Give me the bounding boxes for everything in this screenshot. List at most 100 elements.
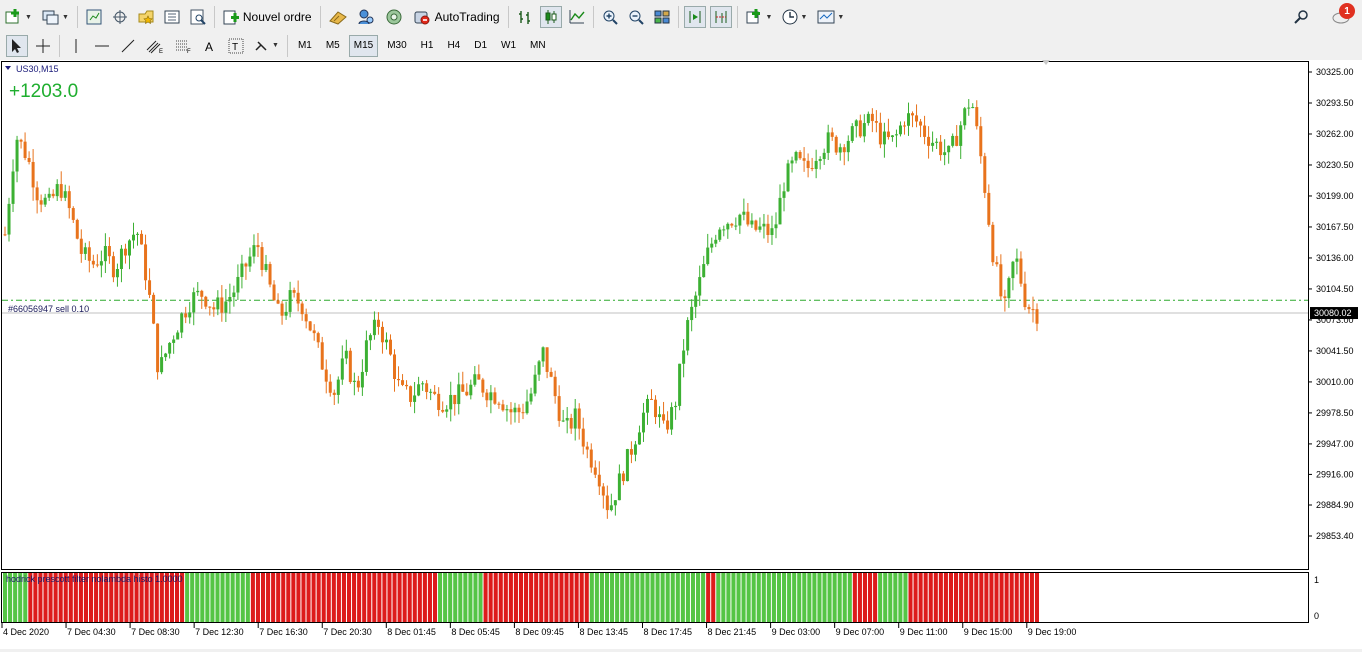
signals-button[interactable] <box>354 6 378 28</box>
data-window-button[interactable] <box>109 6 131 28</box>
candle-body <box>915 115 919 122</box>
candle-body <box>200 290 204 297</box>
histogram-bar <box>690 573 696 622</box>
new-order-button[interactable]: Nouvel ordre <box>220 6 315 28</box>
notifications-button[interactable]: 1 <box>1328 3 1356 28</box>
timeframe-m15-button[interactable]: M15 <box>348 34 379 57</box>
timeframe-mn-button[interactable]: MN <box>525 35 551 57</box>
candle-body <box>758 226 762 230</box>
equidistant-channel-button[interactable]: E <box>143 35 167 57</box>
candle-body <box>878 122 882 145</box>
candle-body <box>292 290 296 293</box>
crosshair-tool-button[interactable] <box>32 35 54 57</box>
histogram-bar <box>948 573 954 622</box>
candle-body <box>798 152 802 159</box>
candle-body <box>517 407 521 413</box>
histogram-bar <box>402 573 407 622</box>
timeframe-m1-button[interactable]: M1 <box>293 35 317 57</box>
histogram-bar <box>943 573 948 622</box>
tile-windows-button[interactable] <box>651 6 673 28</box>
histogram-bar <box>868 573 873 622</box>
templates-button[interactable]: ▼ <box>814 6 847 28</box>
candle-body <box>240 263 244 277</box>
horizontal-line-button[interactable] <box>91 35 113 57</box>
candle-body <box>806 160 810 169</box>
candle-body <box>425 383 429 393</box>
vertical-line-button[interactable] <box>65 35 87 57</box>
terminal-button[interactable] <box>161 6 183 28</box>
market-watch-button[interactable] <box>83 6 105 28</box>
navigator-button[interactable] <box>135 6 157 28</box>
auto-scroll-button[interactable] <box>683 6 706 28</box>
histogram-bar <box>276 573 281 622</box>
histogram-bar <box>589 573 594 622</box>
timeframe-m30-button[interactable]: M30 <box>382 35 411 57</box>
histogram-bar <box>974 573 979 622</box>
price-tick-label: 30167.50 <box>1316 222 1354 232</box>
metaeditor-icon <box>386 9 402 25</box>
histogram-bar <box>999 573 1004 622</box>
candle-body <box>931 142 935 146</box>
price-tick-label: 30041.50 <box>1316 346 1354 356</box>
histogram-bar <box>857 573 862 622</box>
chart-window[interactable]: 30325.00 30293.50 30262.00 30230.50 30199.00… <box>0 60 1362 649</box>
candle-body <box>834 136 838 153</box>
main-toolbar: ▼ ▼ Nouvel ordre AutoTrading ▼ ▼ ▼ 1 <box>0 2 1362 32</box>
histogram-bar <box>240 573 245 622</box>
histogram-bar <box>185 573 190 622</box>
candle-body <box>621 473 625 482</box>
chart-canvas[interactable]: 30325.00 30293.50 30262.00 30230.50 30199.00… <box>0 60 1362 649</box>
candle-body <box>991 224 995 263</box>
navigator-star-icon <box>138 10 154 25</box>
timeframe-w1-button[interactable]: W1 <box>496 35 521 57</box>
zoom-out-button[interactable] <box>625 6 647 28</box>
candle-body <box>272 284 276 301</box>
histogram-bar <box>574 573 579 622</box>
current-price-label: 30080.02 <box>1314 308 1352 318</box>
search-button[interactable] <box>1290 6 1312 28</box>
fibonacci-button[interactable]: F <box>171 35 195 57</box>
new-chart-button[interactable]: ▼ <box>2 6 35 28</box>
chart-shift-button[interactable] <box>709 6 732 28</box>
arrows-button[interactable]: ▼ <box>251 35 282 57</box>
separator <box>677 6 679 28</box>
timeframe-d1-button[interactable]: D1 <box>469 35 492 57</box>
bar-chart-button[interactable] <box>514 6 536 28</box>
histogram-bar <box>438 573 443 622</box>
histogram-bar <box>321 573 326 622</box>
strategy-tester-button[interactable] <box>187 6 209 28</box>
candle-body <box>11 171 15 204</box>
candle-body <box>260 247 264 270</box>
market-shop-icon <box>328 11 347 25</box>
candle-body <box>585 446 589 450</box>
candlestick-chart-button[interactable] <box>539 6 562 28</box>
metaeditor-button[interactable] <box>382 6 406 28</box>
candle-body <box>27 157 31 162</box>
trendline-button[interactable] <box>117 35 139 57</box>
indicators-icon <box>746 9 760 24</box>
market-button[interactable] <box>326 6 350 28</box>
text-label-button[interactable]: T <box>225 35 247 57</box>
auto-scroll-icon <box>689 11 701 23</box>
candle-body <box>39 200 43 205</box>
autotrading-button[interactable]: AutoTrading <box>410 6 503 28</box>
indicators-button[interactable]: ▼ <box>743 6 776 28</box>
periods-button[interactable]: ▼ <box>779 6 810 28</box>
timeframe-h4-button[interactable]: H4 <box>442 35 465 57</box>
histogram-bar <box>771 573 776 622</box>
histogram-bar <box>954 573 959 622</box>
candle-body <box>119 248 123 270</box>
candle-body <box>397 379 401 381</box>
timeframe-h1-button[interactable]: H1 <box>416 35 439 57</box>
time-tick-label: 8 Dec 21:45 <box>708 627 757 637</box>
line-chart-button[interactable] <box>566 6 588 28</box>
time-tick-label: 8 Dec 01:45 <box>387 627 436 637</box>
symbol-timeframe-label: US30,M15 <box>16 64 59 74</box>
profiles-button[interactable]: ▼ <box>39 6 72 28</box>
zoom-in-button[interactable] <box>599 6 621 28</box>
text-tool-button[interactable]: A <box>199 35 221 57</box>
cursor-tool-button[interactable] <box>6 34 28 57</box>
histogram-bar <box>362 573 367 622</box>
timeframe-m5-button[interactable]: M5 <box>321 35 345 57</box>
candle-body <box>284 311 288 316</box>
